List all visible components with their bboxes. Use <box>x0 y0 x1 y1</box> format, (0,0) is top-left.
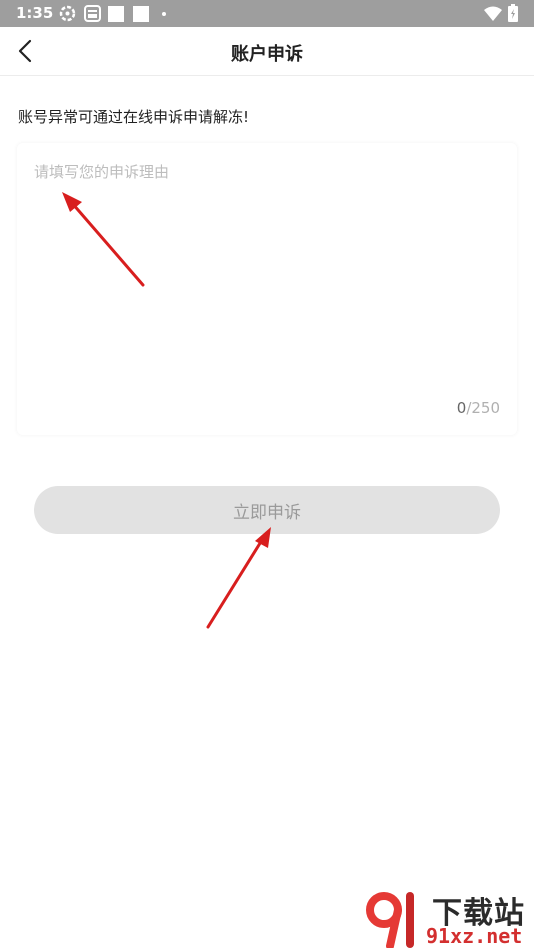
appeal-reason-box: 0/250 <box>17 143 517 435</box>
char-count-current: 0 <box>456 399 467 417</box>
watermark: 下载站 91xz.net <box>364 888 534 950</box>
char-count-max: /250 <box>466 399 500 417</box>
submit-appeal-button[interactable]: 立即申诉 <box>34 486 500 534</box>
gear-icon <box>59 5 76 22</box>
char-counter: 0/250 <box>457 399 500 417</box>
nav-bar: 账户申诉 <box>0 27 534 76</box>
page-title: 账户申诉 <box>231 44 303 65</box>
appeal-reason-input[interactable] <box>34 161 500 381</box>
wifi-icon <box>484 6 502 21</box>
appeal-hint: 账号异常可通过在线申诉申请解冻! <box>18 108 250 126</box>
watermark-url: 91xz.net <box>426 924 523 948</box>
status-time: 1:35 <box>16 4 54 22</box>
notification-square-icon <box>133 6 149 22</box>
notification-square-icon <box>108 6 124 22</box>
sim-card-icon <box>84 5 101 22</box>
dot-icon <box>162 12 166 16</box>
status-bar: 1:35 <box>0 0 534 27</box>
watermark-logo-icon <box>366 892 414 948</box>
battery-icon <box>508 4 518 22</box>
